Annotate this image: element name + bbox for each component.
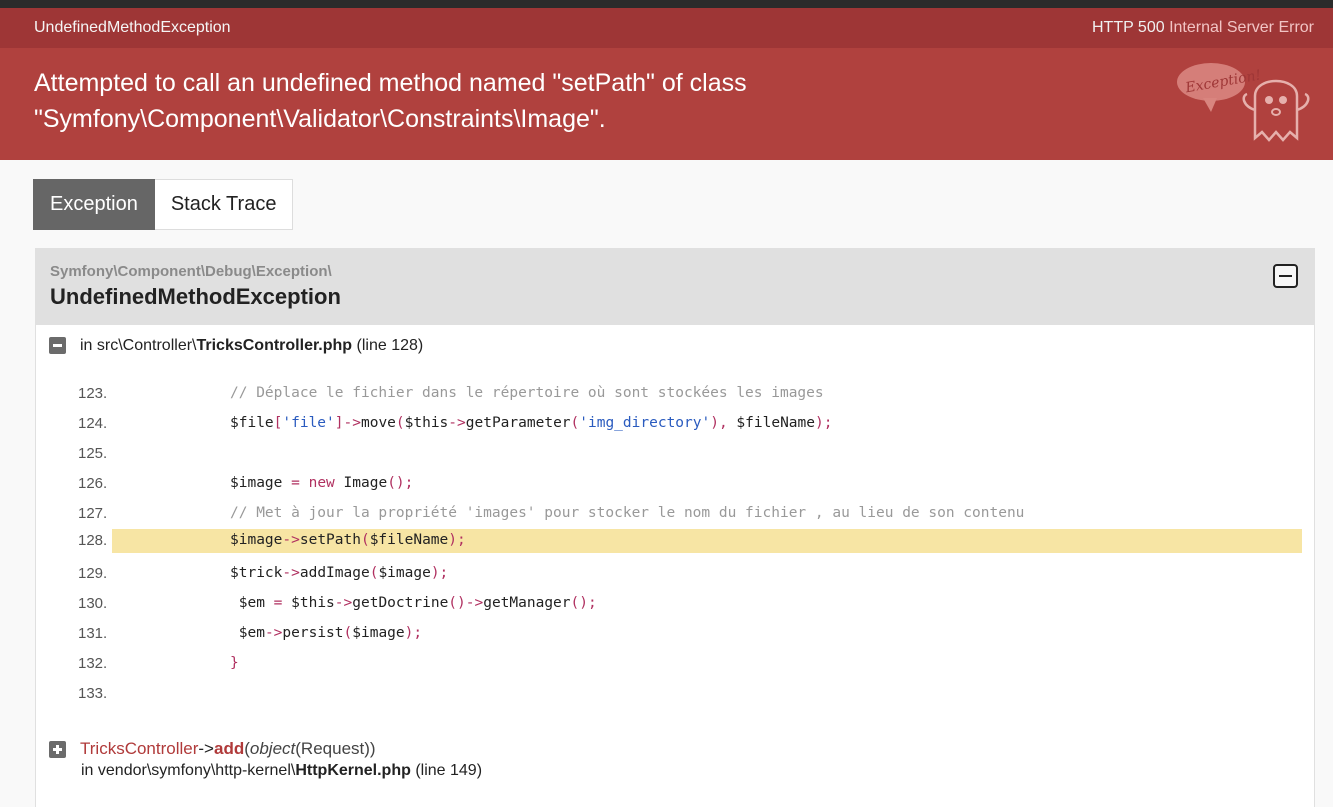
trace-frame-2: TricksController->add(object(Request)) i… (49, 739, 482, 780)
code-line: 131. $em->persist($image); (78, 625, 423, 642)
top-dark-bar (0, 0, 1333, 8)
frame-2-line: (line 149) (415, 762, 483, 779)
frame-2-call: TricksController->add(object(Request)) (49, 739, 482, 759)
exception-summary-bar: UndefinedMethodException HTTP 500 Intern… (0, 8, 1333, 48)
expand-frame-icon[interactable] (49, 741, 66, 759)
collapse-frame-icon[interactable] (49, 337, 66, 355)
exception-header: Symfony\Component\Debug\Exception\ Undef… (36, 249, 1314, 325)
code-line: 125. (78, 445, 108, 462)
collapse-toggle-icon[interactable] (1273, 264, 1298, 288)
exception-namespace: Symfony\Component\Debug\Exception\ (50, 263, 332, 280)
frame-2-class: TricksController (80, 739, 199, 758)
frame-2-path: vendor\symfony\http-kernel\ (97, 762, 296, 779)
frame-1-file: TricksController.php (196, 337, 353, 354)
exception-message-bar: Attempted to call an undefined method na… (0, 48, 1333, 160)
exception-message: Attempted to call an undefined method na… (34, 65, 934, 137)
frame-1-path: src\Controller\ (96, 337, 197, 354)
exception-short-name: UndefinedMethodException (34, 19, 231, 36)
frame-2-in: in (81, 762, 94, 779)
code-line: 133. (78, 685, 108, 702)
frame-2-method: add (213, 739, 245, 758)
frame-2-args-value: (Request) (295, 739, 370, 758)
tab-exception[interactable]: Exception (33, 179, 155, 230)
code-line: 124. $file['file']->move($this->getParam… (78, 415, 833, 432)
frame-2-args-type: object (249, 739, 296, 758)
tab-bar: Exception Stack Trace (33, 179, 294, 230)
exception-class: UndefinedMethodException (50, 284, 341, 309)
frame-2-file: HttpKernel.php (295, 762, 411, 779)
code-line: 129. $trick->addImage($image); (78, 565, 449, 582)
message-line-2: "Symfony\Component\Validator\Constraints… (34, 105, 606, 133)
exception-ghost-logo: Exception! (1177, 63, 1310, 142)
code-line: 126. $image = new Image(); (78, 475, 414, 492)
trace-frame-1: in src\Controller\TricksController.php (… (49, 337, 423, 355)
frame-1-in: in (80, 337, 93, 354)
exception-panel: Symfony\Component\Debug\Exception\ Undef… (35, 248, 1315, 807)
frame-1-line: (line 128) (356, 337, 424, 354)
http-status: HTTP 500 Internal Server Error (1092, 19, 1314, 37)
code-line: 123. // Déplace le fichier dans le réper… (78, 385, 824, 402)
status-code: HTTP 500 (1091, 19, 1165, 36)
code-line: 127. // Met à jour la propriété 'images'… (78, 505, 1025, 522)
message-line-1: Attempted to call an undefined method na… (34, 69, 747, 97)
highlighted-code-line: 128. $image->setPath($fileName); (36, 529, 1316, 559)
frame-2-arrow: -> (198, 739, 214, 758)
status-text: Internal Server Error (1169, 19, 1314, 36)
code-line: 130. $em = $this->getDoctrine()->getMana… (78, 595, 597, 612)
frame-2-location: in vendor\symfony\http-kernel\HttpKernel… (81, 762, 482, 780)
tab-stack-trace[interactable]: Stack Trace (154, 179, 294, 230)
code-line: 132. } (78, 655, 239, 672)
code-snippet: 123. // Déplace le fichier dans le réper… (36, 379, 1316, 709)
